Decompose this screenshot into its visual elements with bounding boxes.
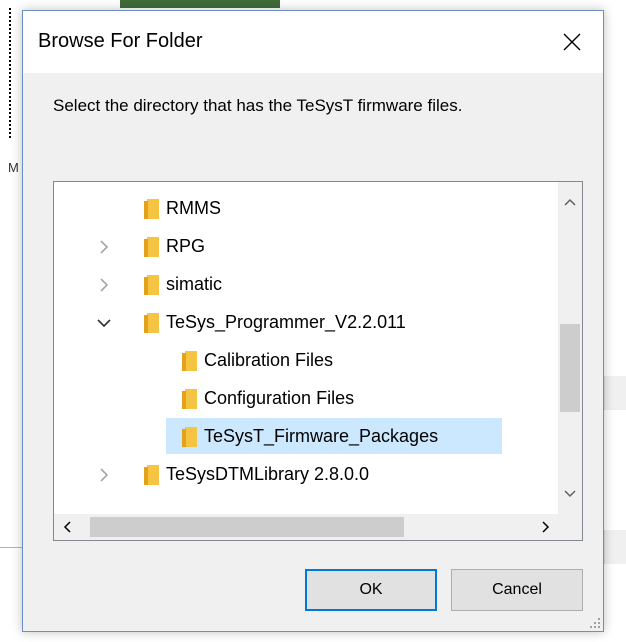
tree-item-label: Calibration Files <box>204 350 334 370</box>
background-partial-control <box>604 530 626 564</box>
background-letter: M <box>8 160 19 175</box>
folder-tree[interactable]: RMMS RPG simatic TeSys_Programmer_V2.2.011 C… <box>53 181 583 541</box>
horizontal-scrollbar[interactable] <box>54 514 559 540</box>
tree-item-label: Configuration Files <box>204 388 355 408</box>
tree-item-label: RMMS <box>166 198 221 218</box>
scroll-up-button[interactable] <box>558 190 582 214</box>
ok-button[interactable]: OK <box>305 569 437 611</box>
expand-chevron-right-icon[interactable] <box>94 465 114 485</box>
tree-item[interactable]: RPG <box>54 228 559 266</box>
background-line <box>0 547 24 548</box>
background-thumbnail <box>120 0 280 8</box>
background-partial-control <box>604 376 626 410</box>
tree-item[interactable]: Calibration Files <box>54 342 559 380</box>
scroll-right-button[interactable] <box>533 514 559 540</box>
chevron-left-icon <box>63 521 71 533</box>
tree-item-label: simatic <box>166 274 223 294</box>
vertical-scroll-thumb[interactable] <box>560 324 580 412</box>
expand-chevron-right-icon[interactable] <box>94 275 114 295</box>
scroll-down-button[interactable] <box>558 482 582 506</box>
folder-icon <box>144 237 159 257</box>
tree-item[interactable]: RMMS <box>54 190 559 228</box>
horizontal-scroll-thumb[interactable] <box>90 517 404 537</box>
background-dotted-line <box>9 8 11 138</box>
chevron-right-icon <box>542 521 550 533</box>
close-icon <box>563 33 581 51</box>
chevron-down-icon <box>564 490 576 498</box>
folder-tree-rows: RMMS RPG simatic TeSys_Programmer_V2.2.011 C… <box>54 182 559 514</box>
chevron-up-icon <box>564 198 576 206</box>
tree-item[interactable]: simatic <box>54 266 559 304</box>
tree-item[interactable]: TeSysT_Firmware_Packages <box>54 418 559 456</box>
folder-icon <box>144 199 159 219</box>
tree-item[interactable]: Configuration Files <box>54 380 559 418</box>
folder-icon <box>182 389 197 409</box>
scrollbar-corner <box>558 514 582 540</box>
tree-item-label: TeSysT_Firmware_Packages <box>204 426 439 446</box>
folder-icon <box>144 313 159 333</box>
close-button[interactable] <box>541 11 603 73</box>
folder-icon <box>144 465 159 485</box>
tree-item-label: RPG <box>166 236 206 256</box>
dialog-titlebar[interactable]: Browse For Folder <box>23 11 603 73</box>
tree-item[interactable]: TeSysDTMLibrary 2.8.0.0 <box>54 456 559 494</box>
background-app-strip <box>0 0 626 10</box>
folder-icon <box>182 351 197 371</box>
vertical-scrollbar[interactable] <box>558 182 582 514</box>
expand-chevron-right-icon[interactable] <box>94 237 114 257</box>
folder-icon <box>182 427 197 447</box>
tree-item[interactable]: TeSys_Programmer_V2.2.011 <box>54 304 559 342</box>
collapse-chevron-down-icon[interactable] <box>94 313 114 333</box>
dialog-title: Browse For Folder <box>38 30 203 52</box>
folder-icon <box>144 275 159 295</box>
scroll-left-button[interactable] <box>54 514 80 540</box>
instruction-text: Select the directory that has the TeSysT… <box>53 96 463 115</box>
cancel-button[interactable]: Cancel <box>451 569 583 611</box>
tree-item-label: TeSys_Programmer_V2.2.011 <box>166 312 406 332</box>
browse-for-folder-dialog: Browse For Folder Select the directory t… <box>22 10 604 632</box>
resize-grip-icon[interactable] <box>587 615 601 629</box>
tree-item-label: TeSysDTMLibrary 2.8.0.0 <box>166 464 370 484</box>
